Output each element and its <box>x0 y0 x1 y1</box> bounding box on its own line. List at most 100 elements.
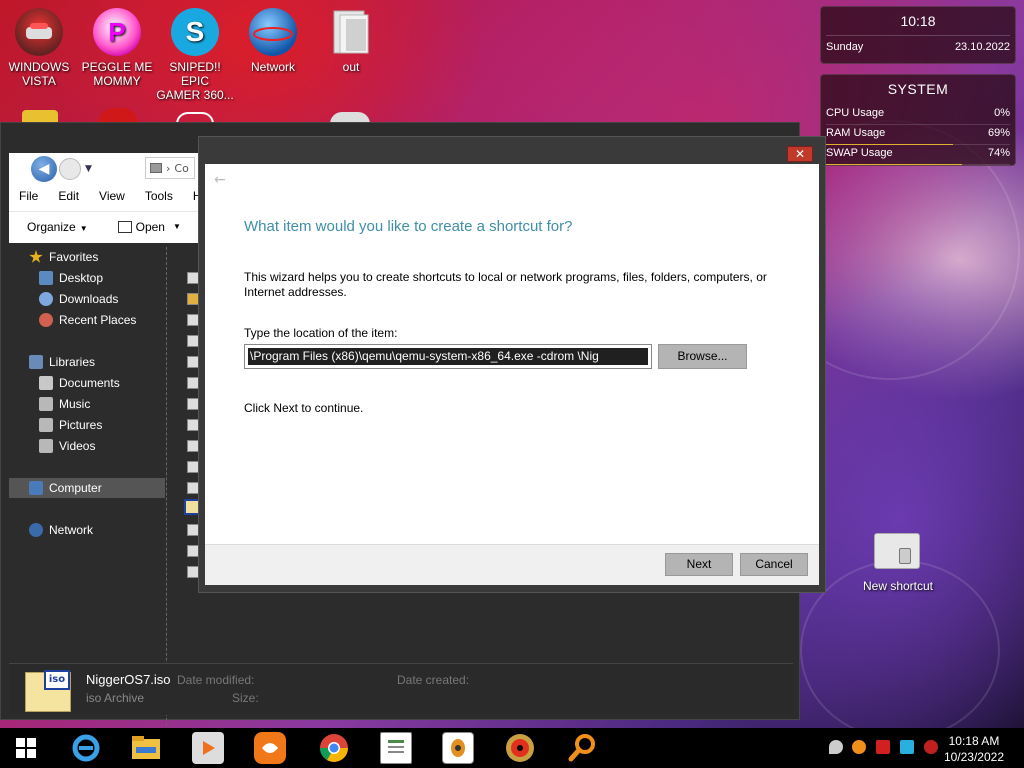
game-icon[interactable] <box>442 732 474 764</box>
tray-search-icon[interactable] <box>852 740 866 754</box>
clock-day: Sunday <box>826 41 864 53</box>
cpu-usage-label: CPU Usage <box>826 107 885 119</box>
back-arrow-icon[interactable]: ← <box>214 172 226 188</box>
open-label: Open <box>135 219 165 234</box>
desktop-icon-windows-vista[interactable]: WINDOWS VISTA <box>0 8 78 88</box>
search-icon[interactable] <box>566 732 598 764</box>
recent-places-icon <box>39 313 53 327</box>
sidebar-item-desktop[interactable]: Desktop <box>39 268 103 288</box>
menu-tools[interactable]: Tools <box>135 187 183 207</box>
windows-logo-icon <box>16 738 25 747</box>
sidebar-item-favorites[interactable]: Favorites <box>29 247 98 267</box>
ram-usage-label: RAM Usage <box>826 127 886 139</box>
desktop-icon-label: PEGGLE ME <box>81 60 153 74</box>
ram-usage-row: RAM Usage 69% <box>826 125 1010 145</box>
taskbar-clock[interactable]: 10:18 AM 10/23/2022 <box>944 733 1004 765</box>
clock-time: 10:18 <box>900 13 936 29</box>
iso-tag: iso <box>44 670 70 690</box>
desktop-icon-out[interactable]: out <box>312 8 390 74</box>
sidebar-item-network[interactable]: Network <box>29 520 93 540</box>
pictures-icon <box>39 418 53 432</box>
desktop-icon-peggle[interactable]: P PEGGLE ME MOMMY <box>78 8 156 88</box>
details-file-type: iso Archive <box>86 691 145 705</box>
menu-file[interactable]: File <box>9 187 48 207</box>
tray-flag-icon[interactable] <box>876 740 890 754</box>
windows-vista-icon <box>15 8 63 56</box>
sidebar-item-label: Documents <box>59 376 120 390</box>
internet-explorer-icon[interactable] <box>70 732 102 764</box>
sidebar-item-label: Computer <box>49 481 102 495</box>
sidebar-item-computer[interactable]: Computer <box>9 478 165 498</box>
sidebar-item-libraries[interactable]: Libraries <box>29 352 95 372</box>
shortcut-icon[interactable] <box>874 533 920 569</box>
sidebar-item-recent[interactable]: Recent Places <box>39 310 136 330</box>
videos-icon <box>39 439 53 453</box>
disc-icon[interactable] <box>504 732 536 764</box>
sidebar-item-label: Videos <box>59 439 96 453</box>
swap-usage-bar <box>826 164 963 165</box>
tray-drop-icon[interactable] <box>829 740 843 754</box>
menu-edit[interactable]: Edit <box>48 187 89 207</box>
uc-browser-icon[interactable] <box>254 732 286 764</box>
sidebar-item-label: Music <box>59 397 91 411</box>
music-icon <box>39 397 53 411</box>
organize-button[interactable]: Organize ▼ <box>27 220 88 234</box>
sidebar-item-downloads[interactable]: Downloads <box>39 289 118 309</box>
chevron-down-icon[interactable]: ▼ <box>85 164 92 174</box>
desktop-icon-label: out <box>342 60 360 74</box>
star-icon <box>29 250 43 263</box>
date-modified-label: Date modified: <box>177 673 255 687</box>
close-button[interactable]: ✕ <box>787 146 813 162</box>
open-icon <box>117 220 132 233</box>
taskbar: 10:18 AM 10/23/2022 <box>0 728 1024 768</box>
open-button[interactable]: Open ▼ <box>117 219 181 234</box>
file-explorer-icon[interactable] <box>130 732 162 764</box>
next-button[interactable]: Next <box>665 553 733 576</box>
sidebar-item-music[interactable]: Music <box>39 394 90 414</box>
downloads-icon <box>39 292 53 306</box>
breadcrumb-separator: › <box>166 161 171 175</box>
taskbar-time: 10:18 AM <box>948 734 1000 748</box>
notepad-icon[interactable] <box>380 732 412 764</box>
tray-volume-icon[interactable] <box>924 740 938 754</box>
media-player-icon[interactable] <box>192 732 224 764</box>
chevron-down-icon: ▼ <box>79 223 88 233</box>
swap-usage-row: SWAP Usage 74% <box>826 145 1010 165</box>
sidebar-item-pictures[interactable]: Pictures <box>39 415 102 435</box>
computer-icon <box>150 163 162 173</box>
start-button[interactable] <box>16 738 36 758</box>
peggle-icon: P <box>93 8 141 56</box>
system-gadget[interactable]: SYSTEM CPU Usage 0% RAM Usage 69% SWAP U… <box>820 74 1016 166</box>
desktop-icon-label: VISTA <box>22 74 56 88</box>
taskbar-date: 10/23/2022 <box>943 750 1004 764</box>
desktop-icon-sniped[interactable]: S SNIPED!! EPIC GAMER 360... <box>156 8 234 102</box>
shortcut-arrow-icon <box>899 548 911 564</box>
clock-gadget[interactable]: 10:18 Sunday 23.10.2022 <box>820 6 1016 64</box>
menu-view[interactable]: View <box>89 187 135 207</box>
sidebar-item-label: Recent Places <box>59 313 137 327</box>
wizard-description: This wizard helps you to create shortcut… <box>244 270 767 299</box>
cancel-button[interactable]: Cancel <box>740 553 808 576</box>
navigation-pane: Favorites Desktop Downloads Recent Place… <box>9 247 167 667</box>
iso-file-icon: iso <box>25 670 71 712</box>
sidebar-item-documents[interactable]: Documents <box>39 373 120 393</box>
sidebar-item-videos[interactable]: Videos <box>39 436 95 456</box>
chrome-icon[interactable] <box>318 732 350 764</box>
close-icon: ✕ <box>794 147 806 161</box>
cpu-usage-value: 0% <box>994 107 1010 119</box>
address-text: Co <box>174 161 189 175</box>
explorer-menu-bar: File Edit View Tools Help <box>9 187 228 207</box>
system-title: SYSTEM <box>887 81 949 97</box>
desktop-icon-label: WINDOWS <box>8 60 70 74</box>
tray-network-icon[interactable] <box>900 740 914 754</box>
desktop-icon-label: MOMMY <box>93 74 141 88</box>
desktop-icon-network[interactable]: Network <box>234 8 312 74</box>
back-arrow-icon[interactable]: ◀ <box>31 156 57 182</box>
forward-arrow-icon[interactable] <box>59 158 81 180</box>
swap-usage-value: 74% <box>987 147 1010 159</box>
browse-button[interactable]: Browse... <box>658 344 747 369</box>
skype-icon: S <box>171 8 219 56</box>
windows-logo-icon <box>27 738 36 747</box>
location-input[interactable]: \Program Files (x86)\qemu\qemu-system-x8… <box>244 344 652 369</box>
address-bar[interactable]: › Co <box>145 157 195 179</box>
